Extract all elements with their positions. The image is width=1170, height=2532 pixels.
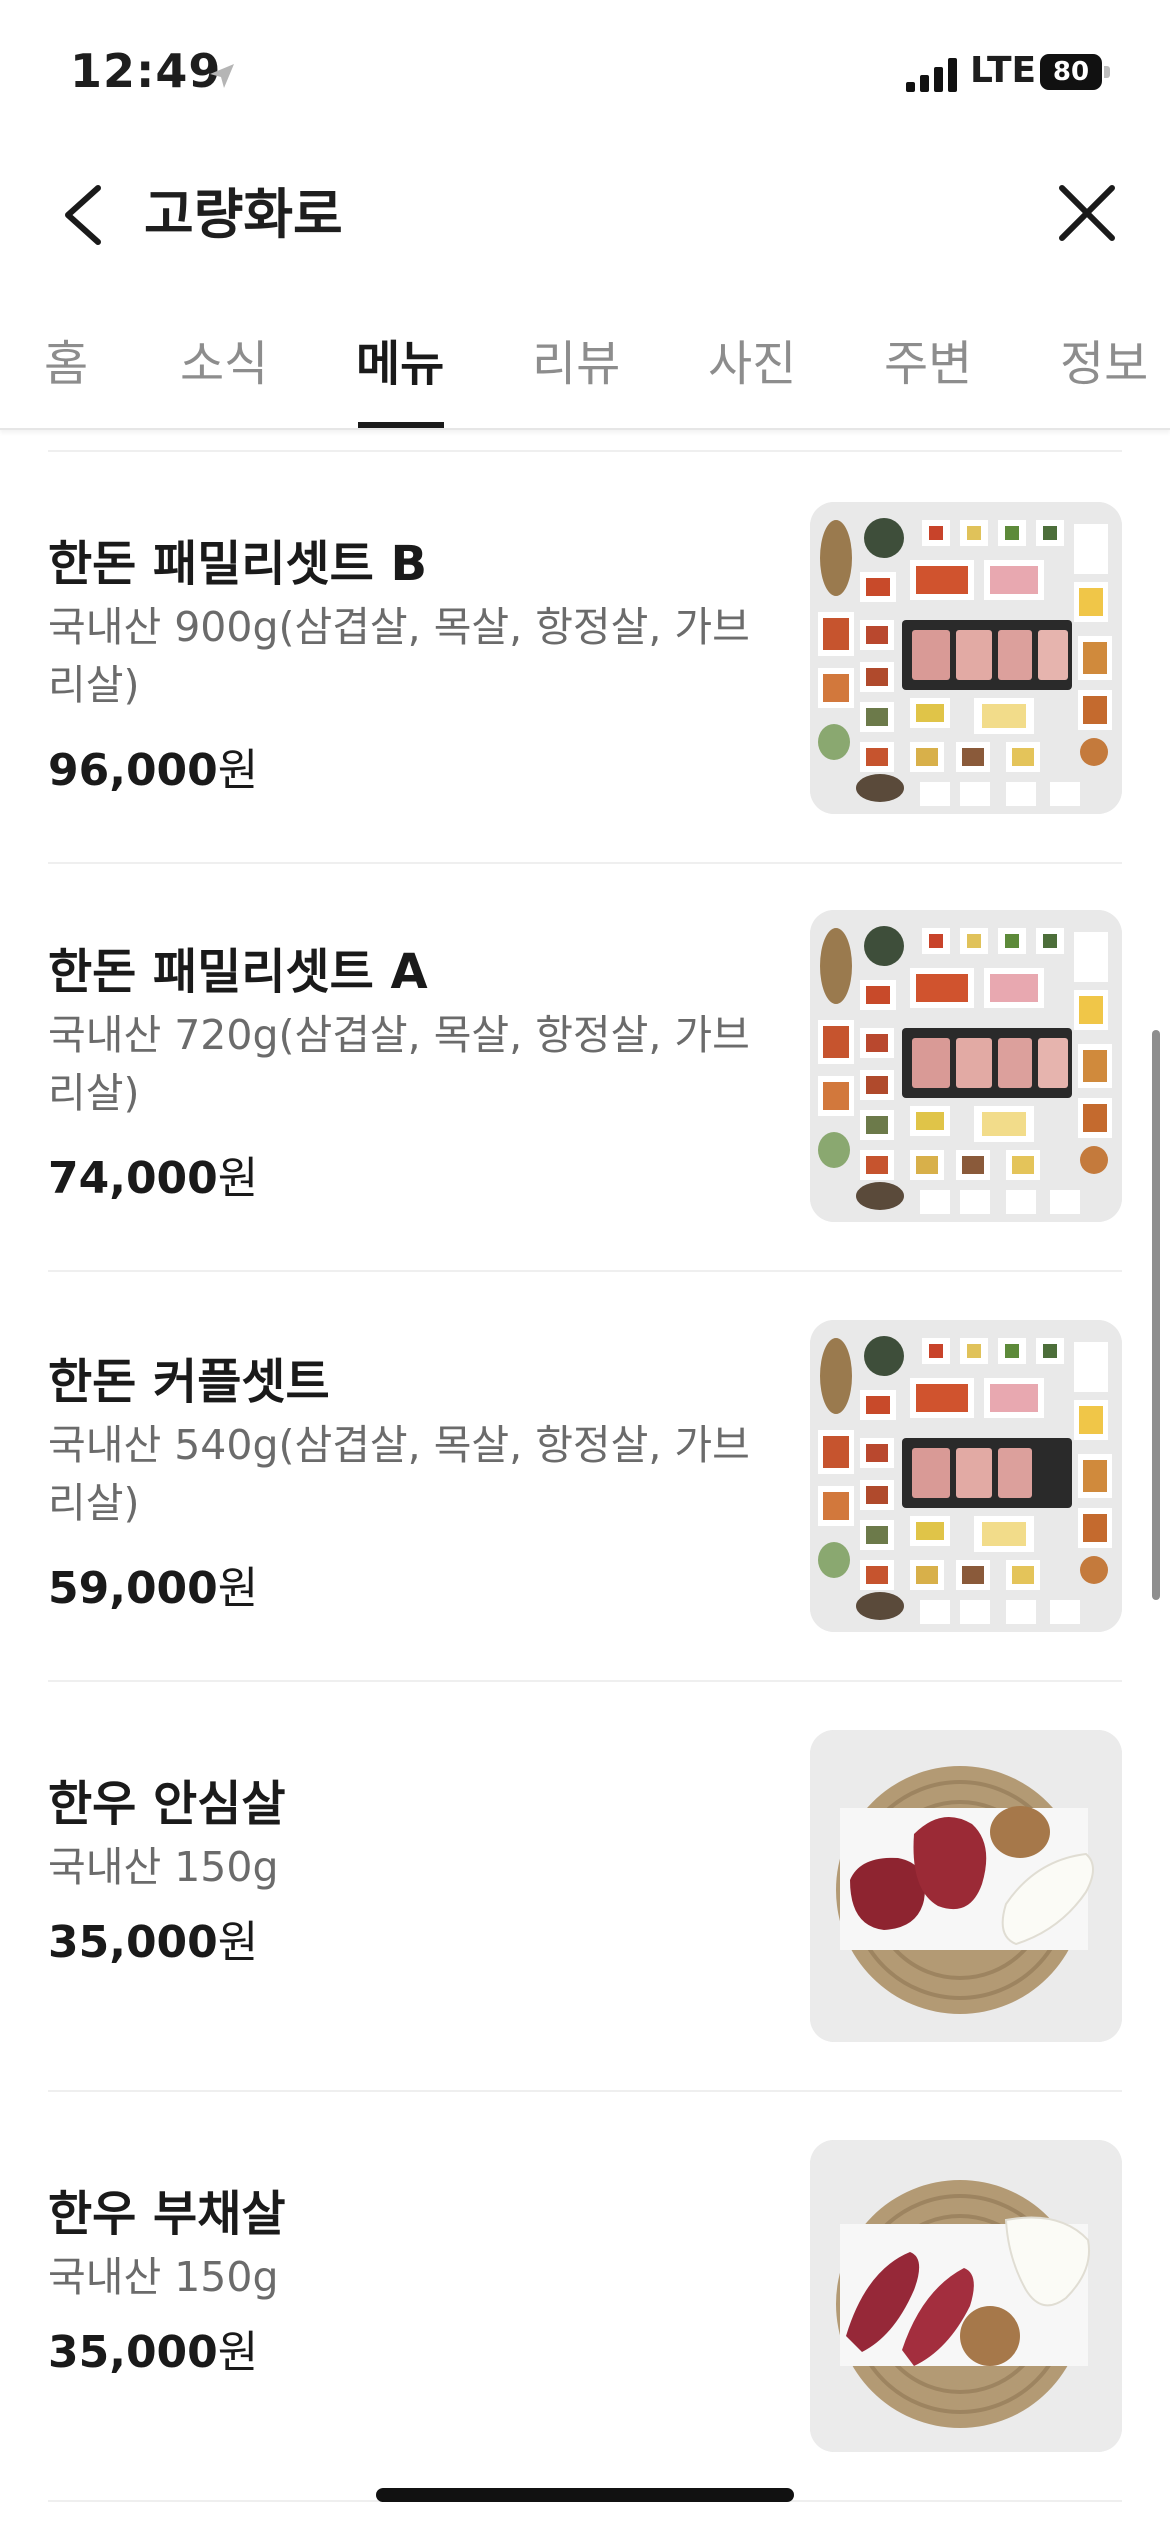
beef-plate-image: [810, 1730, 1122, 2042]
set-platter-image: [810, 910, 1122, 1222]
tab-review[interactable]: 리뷰: [532, 324, 620, 394]
nav-bar: 고량화로: [0, 140, 1170, 290]
menu-item-price: 96,000원: [48, 745, 259, 796]
menu-item-photo[interactable]: [810, 502, 1122, 814]
menu-item-photo[interactable]: [810, 1730, 1122, 2042]
tab-home[interactable]: 홈: [44, 324, 88, 394]
menu-item-desc: 국내산 540g(삼겹살, 목살, 항정살, 가브리살): [48, 1421, 750, 1527]
menu-item[interactable]: 한돈 커플셋트 국내산 540g(삼겹살, 목살, 항정살, 가브리살) 59,…: [48, 1270, 1122, 1682]
beef-plate-image: [810, 2140, 1122, 2452]
scrollbar[interactable]: [1152, 1030, 1160, 1600]
menu-item-desc: 국내산 900g(삼겹살, 목살, 항정살, 가브리살): [48, 603, 750, 709]
menu-item-price: 74,000원: [48, 1153, 259, 1204]
battery-level: 80: [1052, 57, 1090, 87]
menu-item-desc: 국내산 150g: [48, 2253, 279, 2301]
active-tab-indicator: [358, 422, 444, 428]
menu-item-price: 35,000원: [48, 2327, 259, 2378]
status-time: 12:49: [70, 44, 222, 98]
tab-menu[interactable]: 메뉴: [356, 324, 444, 394]
tab-info[interactable]: 정보: [1060, 324, 1148, 394]
menu-item[interactable]: 한돈 패밀리셋트 B 국내산 900g(삼겹살, 목살, 항정살, 가브리살) …: [48, 450, 1122, 864]
location-arrow-icon: [210, 64, 234, 88]
menu-item-name: 한우 안심살: [48, 1776, 286, 1832]
set-platter-image: [810, 1320, 1122, 1632]
tab-photo[interactable]: 사진: [708, 324, 796, 394]
menu-item-name: 한우 부채살: [48, 2186, 286, 2242]
menu-item-desc: 국내산 720g(삼겹살, 목살, 항정살, 가브리살): [48, 1011, 750, 1117]
menu-item[interactable]: 한돈 패밀리셋트 A 국내산 720g(삼겹살, 목살, 항정살, 가브리살) …: [48, 860, 1122, 1272]
status-bar: 12:49 LTE 80: [0, 0, 1170, 140]
menu-item-desc: 국내산 150g: [48, 1843, 279, 1891]
menu-item[interactable]: 한우 안심살 국내산 150g 35,000원: [48, 1680, 1122, 2092]
tab-nearby[interactable]: 주변: [884, 324, 972, 394]
network-type: LTE: [970, 50, 1037, 91]
tab-bar: 홈 소식 메뉴 리뷰 사진 주변 정보: [0, 300, 1170, 430]
back-icon[interactable]: [52, 180, 122, 250]
menu-item-photo[interactable]: [810, 910, 1122, 1222]
menu-item-photo[interactable]: [810, 1320, 1122, 1632]
home-indicator[interactable]: [376, 2488, 794, 2502]
menu-item-name: 한돈 커플셋트: [48, 1354, 330, 1410]
menu-item-name: 한돈 패밀리셋트 B: [48, 536, 428, 592]
close-icon[interactable]: [1052, 178, 1122, 248]
menu-item-price: 59,000원: [48, 1563, 259, 1614]
battery-icon: 80: [1040, 54, 1112, 90]
menu-item-name: 한돈 패밀리셋트 A: [48, 944, 428, 1000]
tab-news[interactable]: 소식: [180, 324, 268, 394]
signal-bars-icon: [906, 58, 957, 92]
menu-item[interactable]: 한우 부채살 국내산 150g 35,000원: [48, 2090, 1122, 2502]
menu-item-price: 35,000원: [48, 1917, 259, 1968]
set-platter-image: [810, 502, 1122, 814]
page-title: 고량화로: [144, 183, 343, 246]
menu-item-photo[interactable]: [810, 2140, 1122, 2452]
